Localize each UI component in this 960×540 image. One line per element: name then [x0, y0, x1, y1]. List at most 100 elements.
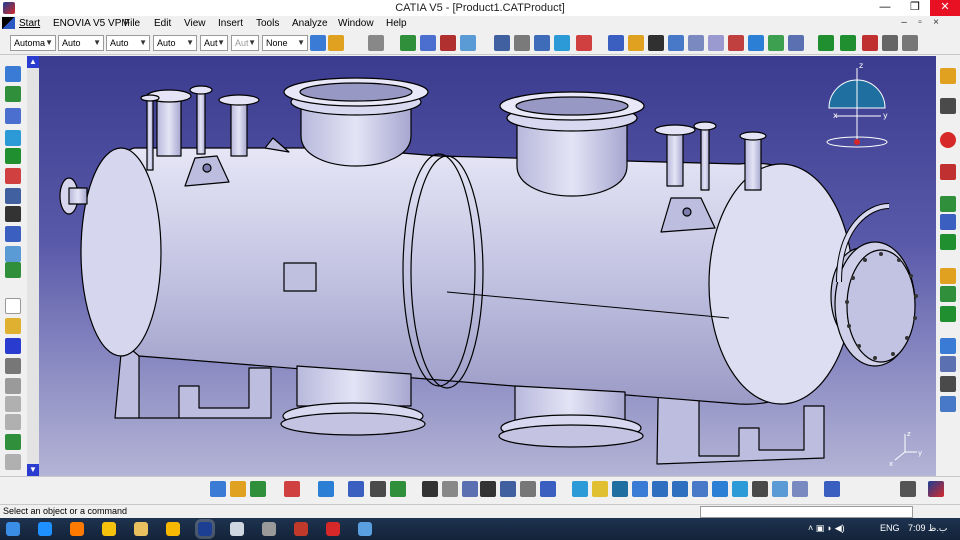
product-icon[interactable] [5, 86, 21, 102]
new-document-icon[interactable] [5, 298, 21, 314]
minimize-button[interactable]: — [870, 0, 900, 16]
manage-representations-icon[interactable] [5, 206, 21, 222]
shading-icon[interactable] [752, 481, 768, 497]
knowledge-icon[interactable] [210, 481, 226, 497]
redo-icon[interactable] [5, 454, 21, 470]
menu-window[interactable]: Window [338, 17, 374, 30]
point-symbol-combo[interactable]: Aut ▼ [200, 35, 228, 51]
table-icon[interactable] [480, 481, 496, 497]
acrobat-icon[interactable] [294, 522, 308, 536]
formula-icon[interactable] [230, 481, 246, 497]
brackets-icon[interactable] [540, 481, 556, 497]
annotation-icon[interactable] [514, 35, 530, 51]
rendering-style-combo[interactable]: Aut ▼ [231, 35, 259, 51]
workbench-icon[interactable] [940, 68, 956, 84]
distance-icon[interactable] [940, 214, 956, 230]
line-thickness-combo[interactable]: Auto ▼ [106, 35, 150, 51]
rotate-view-icon[interactable] [632, 481, 648, 497]
bom-icon[interactable] [370, 481, 386, 497]
measure-between-icon[interactable] [494, 35, 510, 51]
grid-icon[interactable] [284, 481, 300, 497]
iso-view-icon[interactable] [732, 481, 748, 497]
hide-show-icon[interactable] [902, 35, 918, 51]
internet-explorer-icon[interactable] [38, 522, 52, 536]
graph-tree-icon[interactable] [5, 148, 21, 164]
zoom-out-view-icon[interactable] [672, 481, 688, 497]
part-icon[interactable] [5, 108, 21, 124]
3d-viewport[interactable]: z x y z y x [39, 56, 936, 476]
existing-component-icon[interactable] [460, 35, 476, 51]
camera-icon[interactable] [900, 481, 916, 497]
new-part-icon[interactable] [440, 35, 456, 51]
notepad-icon[interactable] [230, 522, 244, 536]
publish-icon[interactable] [390, 481, 406, 497]
manipulation-icon[interactable] [628, 35, 644, 51]
symmetry-icon[interactable] [940, 396, 956, 412]
catalog-icon[interactable] [368, 35, 384, 51]
coincidence-icon[interactable] [708, 35, 724, 51]
move-icon[interactable] [940, 268, 956, 284]
cut-icon[interactable] [5, 378, 21, 394]
stop-icon[interactable] [940, 132, 956, 148]
fast-multi-instantiation-icon[interactable] [5, 246, 21, 262]
material-icon[interactable] [824, 481, 840, 497]
split-icon[interactable] [940, 306, 956, 322]
fit-all-icon[interactable] [592, 481, 608, 497]
layer-combo[interactable]: None ▼ [262, 35, 308, 51]
print-icon[interactable] [5, 358, 21, 374]
macro-icon[interactable] [462, 481, 478, 497]
swap-visible-space-icon[interactable] [792, 481, 808, 497]
clash-icon[interactable] [576, 35, 592, 51]
smart-move-icon[interactable] [668, 35, 684, 51]
command-input[interactable] [700, 506, 913, 518]
new-component-icon[interactable] [400, 35, 416, 51]
hide-show-2-icon[interactable] [772, 481, 788, 497]
heat-exchanger-model[interactable]: z x y z y x [39, 56, 936, 476]
rule-icon[interactable] [250, 481, 266, 497]
transparency-combo[interactable]: Auto ▼ [58, 35, 104, 51]
menu-view[interactable]: View [184, 17, 206, 30]
function-icon[interactable] [422, 481, 438, 497]
filter-icon[interactable] [500, 481, 516, 497]
open-folder-icon[interactable] [5, 318, 21, 334]
explorer-window-icon[interactable] [358, 522, 372, 536]
angle-icon[interactable] [768, 35, 784, 51]
normal-view-2-icon[interactable] [692, 481, 708, 497]
windows-start-icon[interactable] [6, 522, 20, 536]
replace-icon[interactable] [5, 130, 21, 146]
settings-icon[interactable] [262, 522, 276, 536]
pdf-icon[interactable] [940, 164, 956, 180]
brush-icon[interactable] [328, 35, 344, 51]
bill-of-material-icon[interactable] [940, 356, 956, 372]
copy-icon[interactable] [5, 396, 21, 412]
contact-icon[interactable] [728, 35, 744, 51]
menu-edit[interactable]: Edit [154, 17, 171, 30]
new-product-icon[interactable] [420, 35, 436, 51]
multi-view-icon[interactable] [712, 481, 728, 497]
autocad-icon[interactable] [166, 522, 180, 536]
menu-file[interactable]: File [124, 17, 140, 30]
color-combo[interactable]: Automa ▼ [10, 35, 56, 51]
tray-icons[interactable]: ˄ ▣ ◗ ◀) [808, 523, 845, 534]
comment-icon[interactable] [442, 481, 458, 497]
fly-icon[interactable] [318, 481, 334, 497]
tree-icon[interactable] [5, 66, 21, 82]
rotate-icon[interactable] [840, 35, 856, 51]
menu-start[interactable]: Start [19, 17, 40, 30]
menu-tools[interactable]: Tools [256, 17, 279, 30]
measure-item-icon[interactable] [534, 35, 550, 51]
menu-analyze[interactable]: Analyze [292, 17, 328, 30]
pan-icon[interactable] [818, 35, 834, 51]
normal-view-icon[interactable] [882, 35, 898, 51]
offset-icon[interactable] [748, 35, 764, 51]
sectioning-2-icon[interactable] [940, 234, 956, 250]
doc-restore-button[interactable]: ▫ [912, 16, 928, 31]
close-button[interactable]: ✕ [930, 0, 960, 16]
scenes-icon[interactable] [940, 338, 956, 354]
chrome-icon[interactable] [102, 522, 116, 536]
firefox-icon[interactable] [70, 522, 84, 536]
reuse-pattern-icon[interactable] [5, 262, 21, 278]
swap-icon[interactable] [348, 481, 364, 497]
maximize-button[interactable]: ❐ [900, 0, 930, 16]
pdf-reader-icon[interactable] [326, 522, 340, 536]
